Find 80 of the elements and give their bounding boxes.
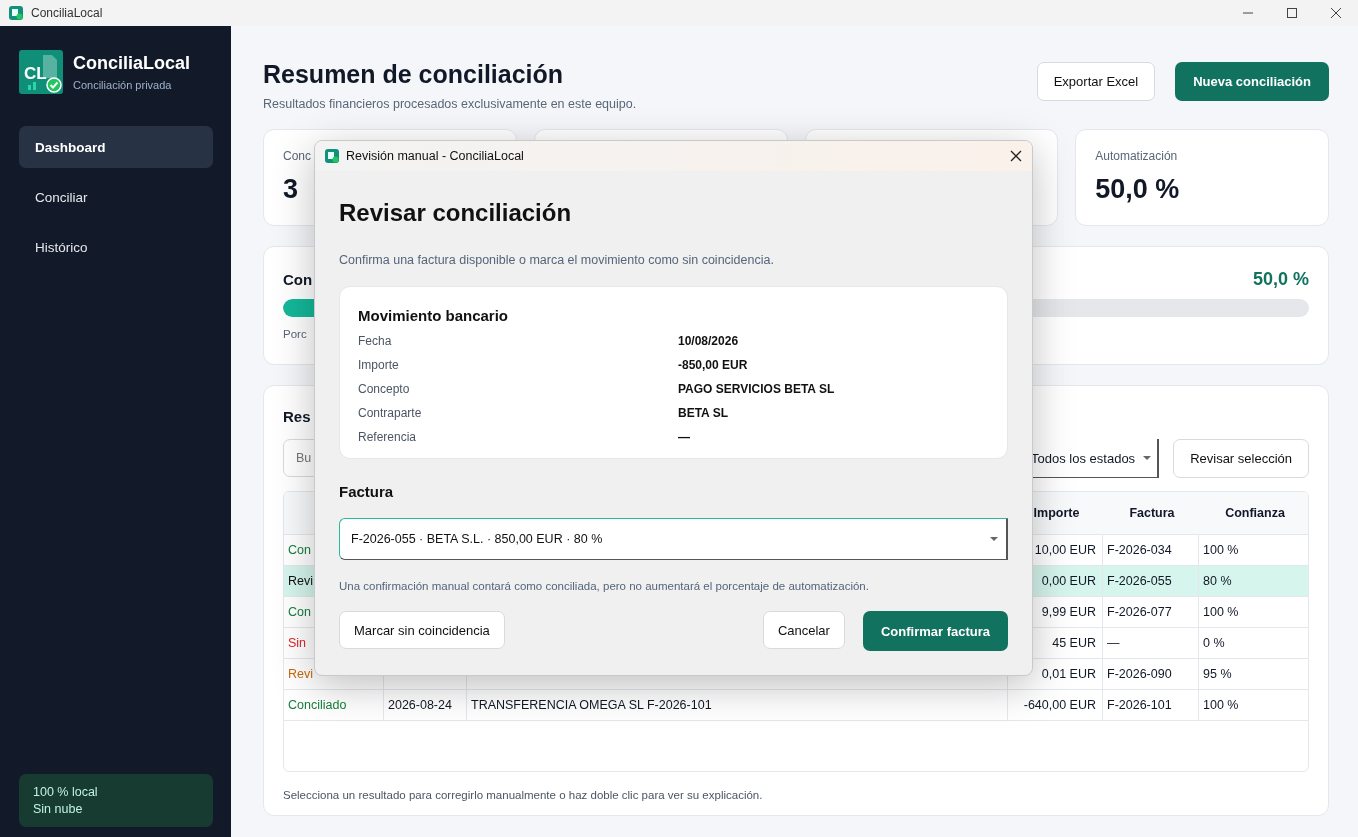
sidebar-item[interactable]: Conciliar	[19, 176, 213, 218]
section-label: Factura	[339, 483, 395, 500]
table-cell: 100 %	[1203, 605, 1239, 619]
page-title: Resumen de conciliación	[263, 60, 565, 89]
column-header: Confianza	[1224, 505, 1286, 522]
stat-value: 50,0 %	[1095, 174, 1181, 205]
dropdown-caret-icon	[990, 537, 998, 541]
page-subtitle: Resultados financieros procesados exclusivamente en este equipo.	[263, 97, 637, 111]
table-cell: 100 %	[1203, 698, 1239, 712]
stat-label: Automatización	[1095, 149, 1178, 163]
field-value: PAGO SERVICIOS BETA SL	[678, 382, 836, 396]
field-label: Contraparte	[358, 406, 423, 420]
new-reconciliation-button[interactable]: Nueva conciliación	[1175, 62, 1329, 101]
table-cell: Conciliado	[288, 698, 347, 712]
close-icon[interactable]	[1331, 8, 1341, 18]
table-cell: F-2026-034	[1107, 543, 1172, 557]
table-cell: Revi	[288, 667, 313, 681]
table-cell: 10,00 EUR	[1034, 543, 1096, 557]
progress-caption: Porc	[283, 328, 307, 340]
maximize-icon[interactable]	[1287, 8, 1297, 18]
card-title: Movimiento bancario	[358, 307, 510, 324]
table-cell: 9,99 EUR	[1041, 605, 1096, 619]
mark-no-match-button[interactable]: Marcar sin coincidencia	[339, 611, 505, 649]
app-icon	[9, 6, 23, 20]
brand-name: ConciliaLocal	[73, 53, 191, 74]
field-label: Importe	[358, 358, 400, 372]
progress-value: 50,0 %	[1252, 269, 1309, 290]
field-value: BETA SL	[678, 406, 729, 420]
app-logo: CL	[19, 50, 63, 94]
column-header: Importe	[1032, 505, 1081, 522]
table-hint: Selecciona un resultado para corregirlo manualmente o haz doble clic para ver su explicación.	[283, 789, 764, 801]
dialog-title: Revisión manual - ConciliaLocal	[346, 149, 524, 163]
stat-value: 3	[283, 174, 300, 205]
status-text: Sin nube	[33, 802, 84, 816]
table-cell: 2026-08-24	[388, 698, 452, 712]
table-cell: TRANSFERENCIA OMEGA SL F-2026-101	[471, 698, 712, 712]
field-value: —	[678, 430, 691, 444]
table-cell: 0,00 EUR	[1041, 574, 1096, 588]
table-cell: F-2026-077	[1107, 605, 1172, 619]
close-icon[interactable]	[1010, 150, 1022, 162]
sidebar-item[interactable]: Histórico	[19, 226, 213, 268]
field-value: -850,00 EUR	[678, 358, 749, 372]
dialog-note: Una confirmación manual contará como conciliada, pero no aumentará el porcentaje de automatización.	[339, 580, 870, 592]
panel-title: Res	[283, 408, 311, 425]
window-title: ConciliaLocal	[31, 6, 103, 20]
table-cell: -640,00 EUR	[1023, 698, 1096, 712]
invoice-dropdown[interactable]: F-2026-055 · BETA S.L. · 850,00 EUR · 80 %	[339, 518, 1008, 560]
export-button[interactable]: Exportar Excel	[1036, 62, 1156, 101]
field-label: Concepto	[358, 382, 411, 396]
table-row[interactable]: Conciliado 2026-08-24 TRANSFERENCIA OMEGA SL F-2026-101 -640,00 EUR F-2026-101 100 %	[284, 690, 1308, 721]
panel-title: Con	[283, 271, 313, 288]
field-label: Fecha	[358, 334, 393, 348]
dialog-heading: Revisar conciliación	[339, 199, 573, 227]
table-cell: Con	[288, 605, 311, 619]
field-label: Referencia	[358, 430, 418, 444]
dialog-intro: Confirma una factura disponible o marca el movimiento como sin coincidencia.	[339, 253, 775, 267]
app-icon	[325, 149, 339, 163]
table-cell: 0 %	[1203, 636, 1225, 650]
column-header: Factura	[1128, 505, 1176, 522]
confirm-invoice-button[interactable]: Confirmar factura	[862, 611, 1008, 651]
table-cell: 80 %	[1203, 574, 1232, 588]
stat-label: Conc	[283, 149, 311, 163]
table-cell: —	[1107, 636, 1120, 650]
table-cell: Con	[288, 543, 311, 557]
cancel-button[interactable]: Cancelar	[762, 611, 845, 649]
table-cell: 45 EUR	[1052, 636, 1096, 650]
brand-tagline: Conciliación privada	[73, 79, 173, 91]
table-cell: Revi	[288, 574, 313, 588]
table-cell: Sin	[288, 636, 307, 650]
table-cell: F-2026-055	[1107, 574, 1172, 588]
review-selection-button[interactable]: Revisar selección	[1173, 439, 1309, 478]
sidebar-item[interactable]: Dashboard	[19, 126, 213, 168]
table-cell: 0,01 EUR	[1041, 667, 1096, 681]
status-text: 100 % local	[33, 785, 99, 799]
dropdown-caret-icon	[1143, 456, 1152, 460]
table-cell: 95 %	[1203, 667, 1232, 681]
table-cell: F-2026-101	[1107, 698, 1172, 712]
table-cell: F-2026-090	[1107, 667, 1172, 681]
field-value: 10/08/2026	[678, 334, 740, 348]
table-cell: 100 %	[1203, 543, 1239, 557]
